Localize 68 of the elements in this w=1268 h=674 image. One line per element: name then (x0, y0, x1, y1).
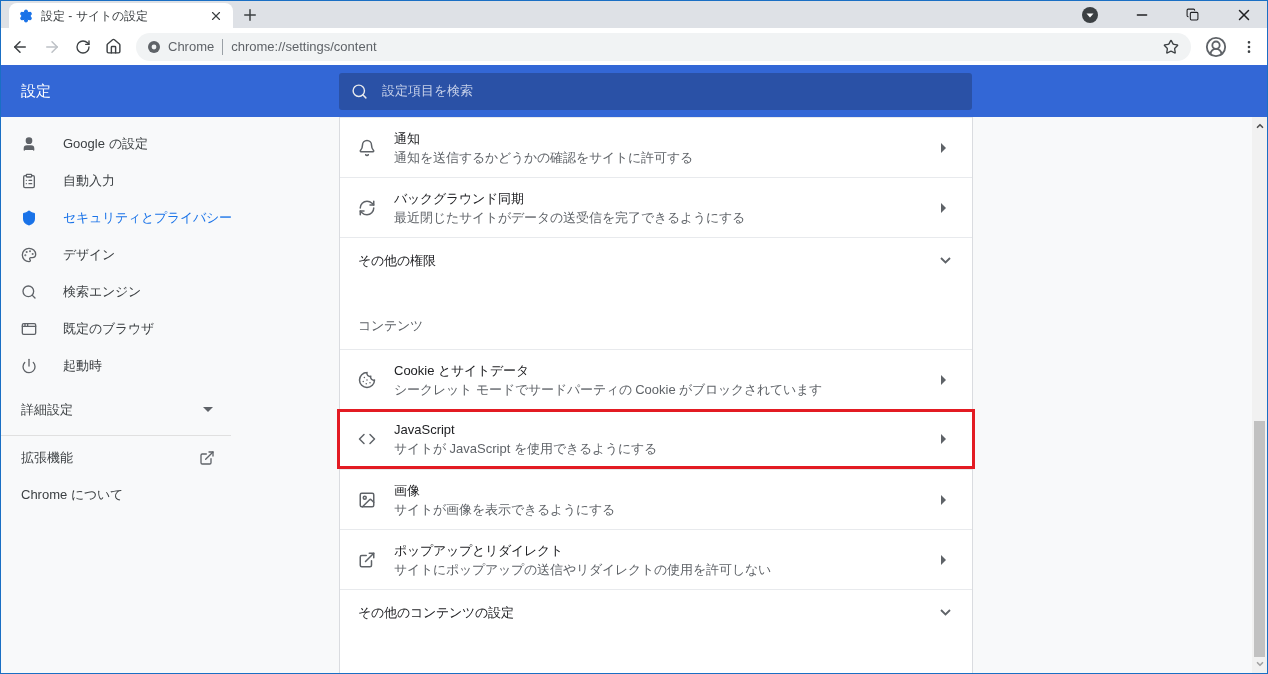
advanced-toggle[interactable]: 詳細設定 (1, 384, 231, 436)
sidebar-item[interactable]: Google の設定 (1, 125, 339, 162)
arrow-right-icon (941, 202, 947, 213)
tab-search-icon[interactable] (1082, 6, 1098, 23)
row-description: 最近閉じたサイトがデータの送受信を完了できるようにする (394, 208, 746, 227)
chevron-down-icon (940, 609, 951, 616)
row-description: シークレット モードでサードパーティの Cookie がブロックされています (394, 380, 824, 399)
profile-icon[interactable] (1205, 35, 1227, 58)
about-chrome-link[interactable]: Chrome について (1, 480, 339, 510)
row-description: サイトにポップアップの送信やリダイレクトの使用を許可しない (394, 560, 772, 579)
search-icon (21, 283, 37, 300)
power-icon (21, 357, 37, 374)
arrow-right-icon (941, 494, 947, 505)
sidebar-item[interactable]: 自動入力 (1, 162, 339, 199)
person-icon (21, 135, 37, 152)
scrollbar-thumb[interactable] (1254, 421, 1265, 657)
shield-icon (21, 209, 37, 226)
row-description: サイトが JavaScript を使用できるようにする (394, 440, 658, 458)
row-title: ポップアップとリダイレクト (394, 541, 564, 560)
restore-icon[interactable] (1186, 8, 1199, 21)
page-title: 設定 (20, 80, 52, 101)
row-title: Cookie とサイトデータ (394, 361, 531, 380)
arrow-right-icon (941, 374, 947, 385)
origin-label: Chrome (168, 37, 215, 56)
arrow-right-icon (941, 554, 947, 565)
clipboard-icon (21, 172, 37, 189)
chevron-down-icon (940, 257, 951, 264)
sync-icon (358, 198, 376, 217)
address-bar[interactable]: Chrome chrome://settings/content (136, 32, 1191, 61)
search-icon (351, 82, 368, 100)
row-title: 画像 (394, 481, 421, 500)
scrollbar[interactable] (1252, 117, 1267, 673)
scroll-up-icon[interactable] (1254, 121, 1265, 131)
bell-icon (358, 138, 376, 157)
cookie-icon (358, 370, 376, 389)
expand-label: その他のコンテンツの設定 (358, 603, 515, 622)
new-tab-icon[interactable] (241, 6, 259, 24)
browser-window-icon (21, 320, 37, 337)
palette-icon (21, 246, 37, 263)
sidebar-item[interactable]: セキュリティとプライバシー (1, 199, 339, 236)
sidebar-item[interactable]: デザイン (1, 236, 339, 273)
url-text: chrome://settings/content (231, 37, 378, 56)
dropdown-triangle-icon (203, 406, 213, 413)
row-description: 通知を送信するかどうかの確認をサイトに許可する (394, 148, 694, 167)
reload-icon[interactable] (75, 38, 91, 55)
external-link-icon (358, 550, 376, 569)
external-link-icon (199, 450, 215, 466)
sidebar-item[interactable]: 既定のブラウザ (1, 310, 339, 347)
search-field[interactable]: 設定項目を検索 (339, 72, 972, 110)
arrow-right-icon (941, 142, 947, 153)
image-icon (358, 490, 376, 509)
browser-tab[interactable]: 設定 - サイトの設定 (9, 3, 233, 28)
chrome-page-icon (148, 40, 160, 53)
extensions-link[interactable]: 拡張機能 (21, 448, 73, 468)
home-icon[interactable] (105, 38, 122, 55)
star-icon[interactable] (1163, 38, 1179, 55)
row-description: サイトが画像を表示できるようにする (394, 500, 616, 519)
row-title: 通知 (394, 129, 421, 148)
arrow-right-icon (941, 434, 947, 444)
settings-row[interactable]: JavaScript サイトが JavaScript を使用できるようにする (337, 409, 975, 469)
row-title: バックグラウンド同期 (394, 189, 525, 208)
expand-label: その他の権限 (358, 251, 437, 270)
sidebar-item[interactable]: 起動時 (1, 347, 339, 384)
tab-title: 設定 - サイトの設定 (41, 7, 149, 25)
gear-icon (19, 8, 33, 23)
row-title: JavaScript (394, 421, 456, 439)
search-input[interactable]: 設定項目を検索 (382, 81, 960, 101)
sidebar-item[interactable]: 検索エンジン (1, 273, 339, 310)
